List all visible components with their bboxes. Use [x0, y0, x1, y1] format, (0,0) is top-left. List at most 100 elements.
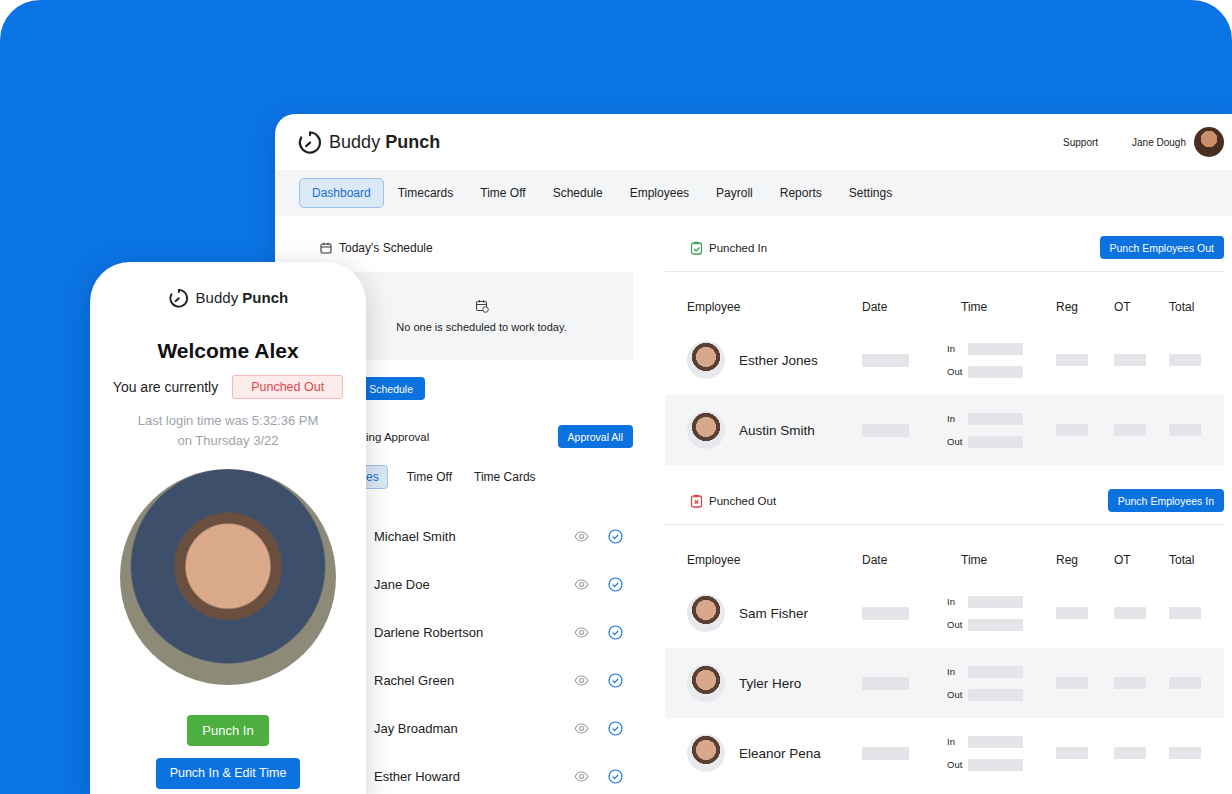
- column-header: Reg: [1056, 300, 1114, 314]
- nav-item[interactable]: Employees: [617, 178, 702, 208]
- table-row[interactable]: Esther Jones InOut: [665, 325, 1224, 395]
- employee-cell: Austin Smith: [687, 411, 862, 449]
- placeholder-bar: [1114, 354, 1146, 366]
- user-name[interactable]: Jane Dough: [1132, 137, 1186, 148]
- eye-icon[interactable]: [574, 579, 589, 590]
- approve-check-icon[interactable]: [608, 769, 623, 784]
- reg-cell: [1056, 354, 1114, 366]
- calendar-icon: [320, 242, 332, 254]
- eye-icon[interactable]: [574, 531, 589, 542]
- date-cell: [862, 747, 947, 760]
- approval-item[interactable]: Jane Doe: [320, 560, 633, 608]
- punch-all-button[interactable]: Punch Employees In: [1108, 489, 1224, 512]
- column-header: Date: [862, 553, 947, 567]
- welcome-title: Welcome Alex: [157, 339, 298, 363]
- top-bar: Buddy Punch Support Jane Dough: [275, 114, 1232, 170]
- placeholder-bar: [1056, 677, 1088, 689]
- approve-check-icon[interactable]: [608, 721, 623, 736]
- employee-photo: [687, 664, 725, 702]
- support-link[interactable]: Support: [1063, 137, 1098, 148]
- eye-icon[interactable]: [574, 771, 589, 782]
- eye-icon[interactable]: [574, 675, 589, 686]
- nav-item[interactable]: Reports: [767, 178, 835, 208]
- approve-check-icon[interactable]: [608, 625, 623, 640]
- approval-item[interactable]: Esther Howard: [320, 752, 633, 794]
- placeholder-bar: [1114, 677, 1146, 689]
- employee-cell: Esther Jones: [687, 341, 862, 379]
- approve-check-icon[interactable]: [608, 673, 623, 688]
- placeholder-bar: [1169, 677, 1201, 689]
- status-badge: Punched Out: [232, 375, 343, 399]
- date-cell: [862, 607, 947, 620]
- nav-item[interactable]: Time Off: [467, 178, 538, 208]
- column-header: OT: [1114, 553, 1169, 567]
- placeholder-bar: [1169, 607, 1201, 619]
- placeholder-bar: [1169, 747, 1201, 759]
- column-header: OT: [1114, 300, 1169, 314]
- approval-title: ing Approval: [366, 431, 429, 443]
- placeholder-bar: [862, 354, 909, 367]
- nav-item[interactable]: Schedule: [540, 178, 616, 208]
- placeholder-bar: [1114, 424, 1146, 436]
- placeholder-bar: [1056, 607, 1088, 619]
- table-row[interactable]: Sam Fisher InOut: [665, 578, 1224, 648]
- punch-all-button[interactable]: Punch Employees Out: [1100, 236, 1224, 259]
- placeholder-bar: [1169, 354, 1201, 366]
- approve-all-button[interactable]: Approval All: [558, 425, 633, 448]
- employee-cell: Tyler Hero: [687, 664, 862, 702]
- user-avatar[interactable]: [1194, 127, 1224, 157]
- placeholder-bar: [968, 666, 1023, 678]
- punch-in-edit-button[interactable]: Punch In & Edit Time: [156, 758, 301, 789]
- placeholder-bar: [968, 736, 1023, 748]
- placeholder-bar: [862, 607, 909, 620]
- eye-icon[interactable]: [574, 627, 589, 638]
- placeholder-bar: [862, 747, 909, 760]
- employee-photo: [687, 734, 725, 772]
- nav-item[interactable]: Payroll: [703, 178, 766, 208]
- status-row: You are currently Punched Out: [113, 375, 343, 399]
- time-cell: InOut: [947, 736, 1056, 771]
- eye-icon[interactable]: [574, 723, 589, 734]
- table-row[interactable]: Austin Smith InOut: [665, 395, 1224, 465]
- approval-tab[interactable]: Time Off: [404, 465, 455, 489]
- clipboard-x-icon: [690, 494, 703, 508]
- placeholder-bar: [1114, 607, 1146, 619]
- reg-cell: [1056, 424, 1114, 436]
- brand-name: Buddy Punch: [196, 289, 289, 306]
- empty-schedule: No one is scheduled to work today.: [320, 272, 633, 360]
- placeholder-bar: [968, 596, 1023, 608]
- approval-item[interactable]: Michael Smith: [320, 512, 633, 560]
- approval-tab[interactable]: Time Cards: [471, 465, 539, 489]
- last-login: Last login time was 5:32:36 PM on Thursd…: [138, 411, 319, 451]
- nav-item[interactable]: Timecards: [385, 178, 467, 208]
- nav-item[interactable]: Dashboard: [299, 178, 384, 208]
- nav-bar: DashboardTimecardsTime OffScheduleEmploy…: [275, 170, 1232, 216]
- employee-photo: [687, 411, 725, 449]
- approve-check-icon[interactable]: [608, 529, 623, 544]
- time-cell: InOut: [947, 666, 1056, 701]
- time-cell: InOut: [947, 343, 1056, 378]
- ot-cell: [1114, 424, 1169, 436]
- column-header: Time: [947, 300, 1056, 314]
- placeholder-bar: [1169, 424, 1201, 436]
- table-header: EmployeeDateTimeRegOTTotal: [665, 525, 1224, 578]
- employee-photo: [687, 594, 725, 632]
- approval-item[interactable]: Jay Broadman: [320, 704, 633, 752]
- time-cell: InOut: [947, 413, 1056, 448]
- column-header: Total: [1169, 300, 1224, 314]
- employee-cell: Eleanor Pena: [687, 734, 862, 772]
- placeholder-bar: [968, 759, 1023, 771]
- approval-item[interactable]: Darlene Robertson: [320, 608, 633, 656]
- right-column: Punched In Punch Employees Out EmployeeD…: [665, 216, 1232, 794]
- approve-check-icon[interactable]: [608, 577, 623, 592]
- nav-item[interactable]: Settings: [836, 178, 905, 208]
- total-cell: [1169, 354, 1224, 366]
- approval-item[interactable]: Rachel Green: [320, 656, 633, 704]
- calendar-clock-icon: [475, 299, 489, 313]
- clipboard-check-icon: [690, 241, 703, 255]
- table-row[interactable]: Eleanor Pena InOut: [665, 718, 1224, 788]
- brand-name: Buddy Punch: [329, 132, 440, 153]
- column-header: Reg: [1056, 553, 1114, 567]
- table-row[interactable]: Tyler Hero InOut: [665, 648, 1224, 718]
- punch-in-button[interactable]: Punch In: [187, 715, 268, 746]
